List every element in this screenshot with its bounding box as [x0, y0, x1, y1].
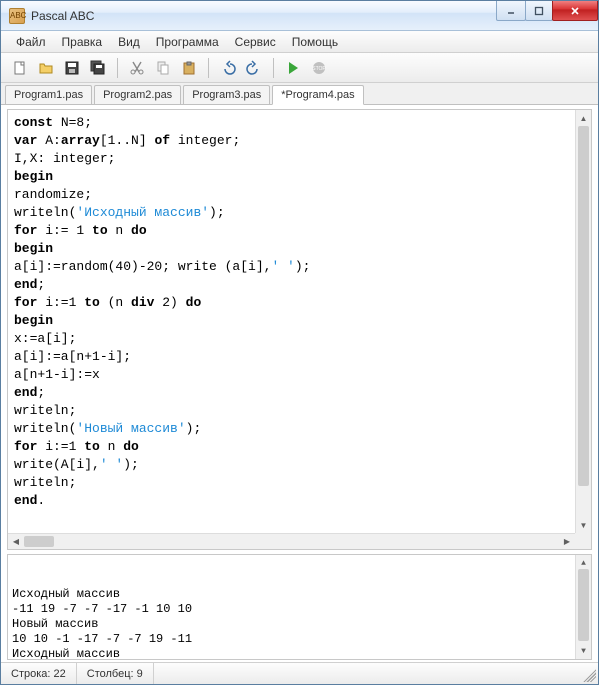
- run-icon: [285, 60, 301, 76]
- save-button[interactable]: [61, 57, 83, 79]
- stop-button[interactable]: STOP: [308, 57, 330, 79]
- redo-button[interactable]: [243, 57, 265, 79]
- open-file-button[interactable]: [35, 57, 57, 79]
- tab-program2[interactable]: Program2.pas: [94, 85, 181, 104]
- app-icon: ABC: [9, 8, 25, 24]
- cut-icon: [129, 60, 145, 76]
- new-file-icon: [12, 60, 28, 76]
- code-area[interactable]: const N=8; var A:array[1..N] of integer;…: [8, 110, 591, 549]
- output-text: Исходный массив -11 19 -7 -7 -17 -1 10 1…: [12, 587, 587, 660]
- resize-grip[interactable]: [580, 666, 596, 682]
- cut-button[interactable]: [126, 57, 148, 79]
- close-button[interactable]: [552, 1, 598, 21]
- code-editor[interactable]: const N=8; var A:array[1..N] of integer;…: [7, 109, 592, 550]
- status-col-label: Столбец:: [87, 668, 134, 680]
- copy-icon: [155, 60, 171, 76]
- status-column: Столбец: 9: [77, 663, 154, 684]
- save-icon: [64, 60, 80, 76]
- status-col-value: 9: [137, 668, 143, 680]
- output-scrollbar-vertical[interactable]: ▲ ▼: [575, 555, 591, 659]
- scroll-thumb[interactable]: [24, 536, 54, 547]
- editor-scrollbar-horizontal[interactable]: ◀ ▶: [8, 533, 575, 549]
- output-panel[interactable]: Исходный массив -11 19 -7 -7 -17 -1 10 1…: [7, 554, 592, 660]
- menu-edit[interactable]: Правка: [55, 33, 110, 51]
- maximize-button[interactable]: [525, 1, 553, 21]
- menu-bar: Файл Правка Вид Программа Сервис Помощь: [1, 31, 598, 53]
- minimize-button[interactable]: [496, 1, 526, 21]
- scroll-thumb[interactable]: [578, 569, 589, 641]
- toolbar-separator: [208, 58, 209, 78]
- toolbar: STOP: [1, 53, 598, 83]
- save-all-icon: [90, 60, 106, 76]
- status-line: Строка: 22: [1, 663, 77, 684]
- paste-icon: [181, 60, 197, 76]
- scroll-right-icon[interactable]: ▶: [559, 534, 575, 549]
- scrollbar-corner: [575, 533, 591, 549]
- paste-button[interactable]: [178, 57, 200, 79]
- toolbar-separator: [273, 58, 274, 78]
- run-button[interactable]: [282, 57, 304, 79]
- new-file-button[interactable]: [9, 57, 31, 79]
- scroll-left-icon[interactable]: ◀: [8, 534, 24, 549]
- status-line-value: 22: [54, 668, 66, 680]
- redo-icon: [246, 60, 262, 76]
- menu-service[interactable]: Сервис: [228, 33, 283, 51]
- tab-program4[interactable]: *Program4.pas: [272, 85, 363, 105]
- status-line-label: Строка:: [11, 668, 50, 680]
- tab-program3[interactable]: Program3.pas: [183, 85, 270, 104]
- undo-button[interactable]: [217, 57, 239, 79]
- menu-help[interactable]: Помощь: [285, 33, 345, 51]
- app-window: ABC Pascal ABC Файл Правка Вид Программа…: [0, 0, 599, 685]
- menu-program[interactable]: Программа: [149, 33, 226, 51]
- window-title: Pascal ABC: [31, 9, 94, 23]
- copy-button[interactable]: [152, 57, 174, 79]
- editor-scrollbar-vertical[interactable]: ▲ ▼: [575, 110, 591, 533]
- save-all-button[interactable]: [87, 57, 109, 79]
- scroll-thumb[interactable]: [578, 126, 589, 486]
- open-file-icon: [38, 60, 54, 76]
- title-bar[interactable]: ABC Pascal ABC: [1, 1, 598, 31]
- toolbar-separator: [117, 58, 118, 78]
- stop-icon: STOP: [311, 60, 327, 76]
- svg-text:STOP: STOP: [312, 66, 326, 72]
- menu-file[interactable]: Файл: [9, 33, 53, 51]
- scroll-up-icon[interactable]: ▲: [576, 110, 591, 126]
- scroll-down-icon[interactable]: ▼: [576, 517, 591, 533]
- undo-icon: [220, 60, 236, 76]
- tab-program1[interactable]: Program1.pas: [5, 85, 92, 104]
- editor-tabs: Program1.pas Program2.pas Program3.pas *…: [1, 83, 598, 105]
- status-bar: Строка: 22 Столбец: 9: [1, 662, 598, 684]
- menu-view[interactable]: Вид: [111, 33, 147, 51]
- scroll-down-icon[interactable]: ▼: [576, 643, 591, 659]
